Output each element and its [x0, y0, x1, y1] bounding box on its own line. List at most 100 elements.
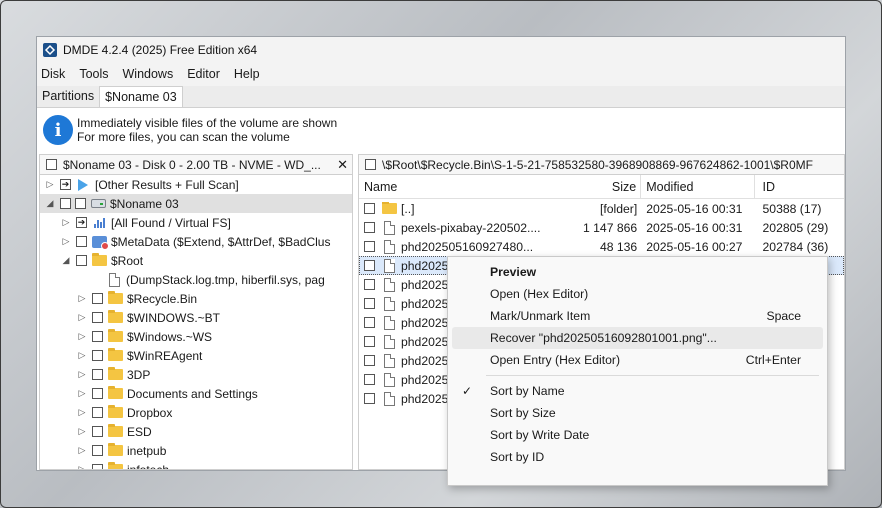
expand-icon[interactable]: ▷ — [44, 179, 56, 190]
file-icon — [381, 334, 397, 349]
expand-icon[interactable]: ▷ — [60, 236, 72, 247]
menu-help[interactable]: Help — [230, 67, 266, 81]
tree-checkbox[interactable] — [92, 388, 103, 399]
menu-disk[interactable]: Disk — [37, 67, 71, 81]
column-size[interactable]: Size — [572, 175, 642, 198]
column-modified[interactable]: Modified — [641, 175, 755, 198]
tree-item-windows-bt[interactable]: ▷ $WINDOWS.~BT — [40, 308, 352, 327]
tree-item-winreagent[interactable]: ▷ $WinREAgent — [40, 346, 352, 365]
expand-icon[interactable]: ▷ — [76, 407, 88, 418]
collapse-icon[interactable]: ◢ — [44, 198, 56, 209]
menu-item-sort-size[interactable]: Sort by Size — [452, 402, 823, 424]
column-headers: Name Size Modified ID — [359, 175, 844, 199]
tree-checkbox[interactable] — [92, 350, 103, 361]
expand-icon[interactable]: ▷ — [76, 293, 88, 304]
folder-icon — [107, 424, 123, 439]
file-name: phd2025 — [401, 372, 449, 387]
file-name: phd2025 — [401, 277, 449, 292]
close-icon[interactable]: ✕ — [337, 157, 348, 173]
tree-checkbox[interactable] — [92, 445, 103, 456]
file-row[interactable]: phd202505160927480... 48 136 2025-05-16 … — [359, 237, 844, 256]
menu-item-open-entry[interactable]: Open Entry (Hex Editor) Ctrl+Enter — [452, 349, 823, 371]
tree-checkbox[interactable] — [76, 255, 87, 266]
expand-icon[interactable]: ▷ — [76, 464, 88, 469]
expand-icon[interactable]: ▷ — [76, 331, 88, 342]
expand-icon[interactable]: ▷ — [76, 369, 88, 380]
collapse-icon[interactable]: ◢ — [60, 255, 72, 266]
row-checkbox[interactable] — [364, 241, 375, 252]
file-row[interactable]: pexels-pixabay-220502.... 1 147 866 2025… — [359, 218, 844, 237]
tree-item-recycle-bin[interactable]: ▷ $Recycle.Bin — [40, 289, 352, 308]
tree-item-label: ESD — [127, 424, 152, 439]
tree-item-root[interactable]: ◢ $Root — [40, 251, 352, 270]
tree-item-root-files[interactable]: (DumpStack.log.tmp, hiberfil.sys, pag — [40, 270, 352, 289]
file-id: 202784 (36) — [762, 239, 829, 254]
row-checkbox[interactable] — [364, 355, 375, 366]
tree-checkbox[interactable] — [92, 464, 103, 469]
metadata-icon — [91, 235, 109, 250]
tree-item-dropbox[interactable]: ▷ Dropbox — [40, 403, 352, 422]
row-checkbox[interactable] — [364, 203, 375, 214]
header-checkbox[interactable] — [46, 159, 57, 170]
window-title: DMDE 4.2.4 (2025) Free Edition x64 — [63, 42, 258, 57]
menu-item-sort-write-date[interactable]: Sort by Write Date — [452, 424, 823, 446]
expand-icon[interactable]: ▷ — [60, 217, 72, 228]
header-checkbox[interactable] — [365, 159, 376, 170]
file-size: [folder] — [599, 201, 638, 216]
menu-editor[interactable]: Editor — [183, 67, 226, 81]
tree-checkbox[interactable] — [92, 312, 103, 323]
tree-item-windows-ws[interactable]: ▷ $Windows.~WS — [40, 327, 352, 346]
tree-item-inetpub[interactable]: ▷ inetpub — [40, 441, 352, 460]
row-checkbox[interactable] — [364, 279, 375, 290]
tree-item-metadata[interactable]: ▷ $MetaData ($Extend, $AttrDef, $BadClus — [40, 232, 352, 251]
row-checkbox[interactable] — [364, 393, 375, 404]
menu-item-label: Open Entry (Hex Editor) — [490, 353, 621, 367]
tree-checkbox[interactable] — [92, 407, 103, 418]
file-name: phd2025 — [401, 258, 449, 273]
expand-icon[interactable]: ▷ — [76, 426, 88, 437]
expand-icon[interactable]: ▷ — [76, 312, 88, 323]
tree-item-3dp[interactable]: ▷ 3DP — [40, 365, 352, 384]
menu-item-recover[interactable]: Recover "phd20250516092801001.png"... — [452, 327, 823, 349]
expand-icon[interactable]: ▷ — [76, 445, 88, 456]
tree-item-label: Dropbox — [127, 405, 173, 420]
tree-checkbox[interactable] — [76, 236, 87, 247]
menu-item-sort-name[interactable]: ✓ Sort by Name — [452, 380, 823, 402]
tree-checkbox[interactable] — [92, 331, 103, 342]
tree-item-noname-03[interactable]: ◢ $Noname 03 — [40, 194, 352, 213]
row-checkbox[interactable] — [364, 260, 375, 271]
row-checkbox[interactable] — [364, 374, 375, 385]
menu-windows[interactable]: Windows — [119, 67, 180, 81]
menu-item-mark-unmark[interactable]: Mark/Unmark Item Space — [452, 305, 823, 327]
arrow-box-icon: ➔ — [76, 217, 87, 228]
row-checkbox[interactable] — [364, 336, 375, 347]
file-name: phd202505160927480... — [401, 239, 534, 254]
row-checkbox[interactable] — [364, 222, 375, 233]
info-bar: i Immediately visible files of the volum… — [37, 111, 845, 149]
tree-checkbox[interactable] — [92, 426, 103, 437]
row-checkbox[interactable] — [364, 317, 375, 328]
tab-partitions[interactable]: Partitions — [37, 86, 99, 107]
file-row[interactable]: [..] [folder] 2025-05-16 00:31 50388 (17… — [359, 199, 844, 218]
tree-checkbox[interactable] — [75, 198, 86, 209]
menu-item-open-hex[interactable]: Open (Hex Editor) — [452, 283, 823, 305]
tree-checkbox[interactable] — [92, 369, 103, 380]
tree-checkbox[interactable] — [92, 293, 103, 304]
tree-item-all-found[interactable]: ▷ ➔ [All Found / Virtual FS] — [40, 213, 352, 232]
menu-tools[interactable]: Tools — [75, 67, 114, 81]
tree-item-documents[interactable]: ▷ Documents and Settings — [40, 384, 352, 403]
row-checkbox[interactable] — [364, 298, 375, 309]
tab-noname-03[interactable]: $Noname 03 — [99, 86, 183, 107]
file-icon — [381, 258, 397, 273]
expand-icon[interactable]: ▷ — [76, 388, 88, 399]
file-size: 48 136 — [599, 239, 638, 254]
menu-item-sort-id[interactable]: Sort by ID — [452, 446, 823, 468]
expand-icon[interactable]: ▷ — [76, 350, 88, 361]
tree-item-esd[interactable]: ▷ ESD — [40, 422, 352, 441]
tree-item-other-results[interactable]: ▷ ➔ [Other Results + Full Scan] — [40, 175, 352, 194]
tree-checkbox[interactable] — [60, 198, 71, 209]
tree-item-infotech[interactable]: ▷ infotech — [40, 460, 352, 469]
menu-item-preview[interactable]: Preview — [452, 261, 823, 283]
column-id[interactable]: ID — [755, 180, 844, 194]
column-name[interactable]: Name — [359, 180, 572, 194]
